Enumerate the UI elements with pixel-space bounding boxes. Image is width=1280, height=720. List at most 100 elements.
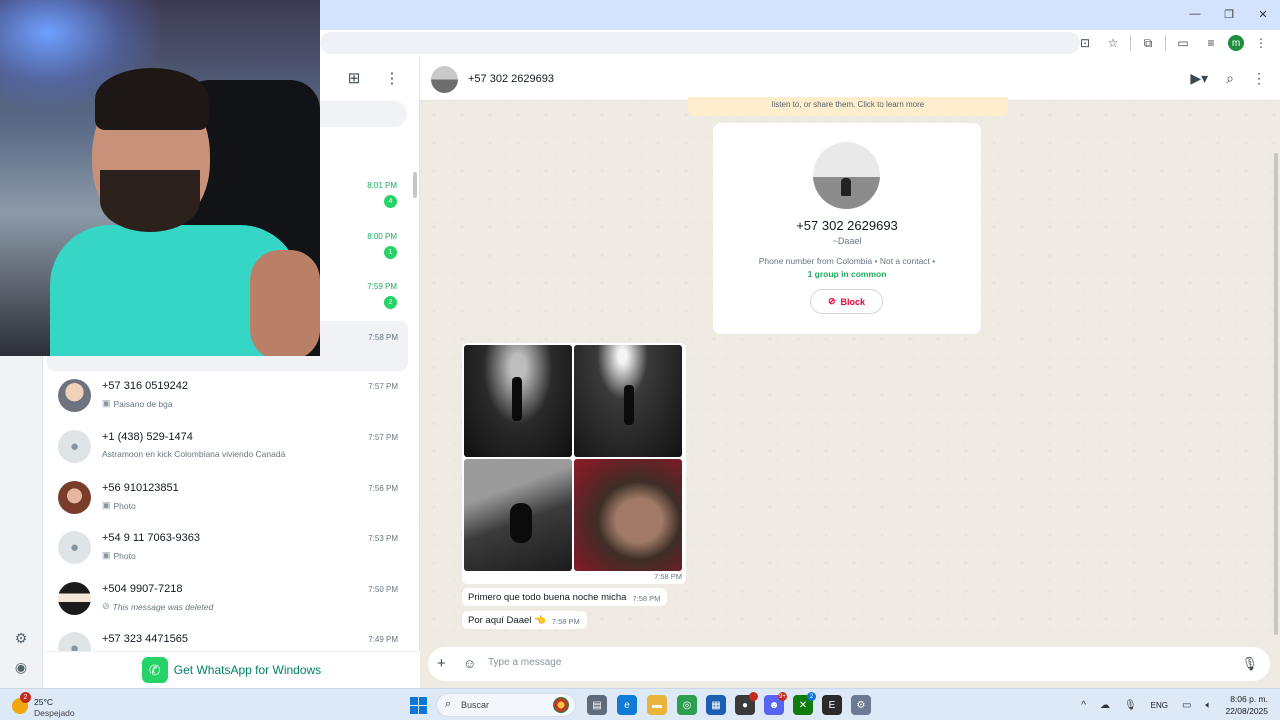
profile-photo-icon[interactable]: ◉ <box>12 658 30 676</box>
cast-icon[interactable]: ▭ <box>1172 32 1194 54</box>
message-bubble[interactable]: Primero que todo buena noche micha 7:58 … <box>462 588 668 606</box>
taskbar-search[interactable]: ⌕ Buscar <box>436 693 576 717</box>
chat-time: 7:53 PM <box>368 534 398 543</box>
close-icon[interactable]: ✕ <box>1246 0 1280 28</box>
chat-row[interactable]: +56 910123851 7:56 PM ▣ Photo <box>47 472 408 522</box>
photo-icon: ▣ <box>102 398 111 408</box>
chat-preview-text: Photo <box>113 550 136 561</box>
obs-studio-icon[interactable]: ● <box>735 692 758 715</box>
avatar <box>58 481 91 514</box>
get-app-banner[interactable]: ✆ Get WhatsApp for Windows <box>43 651 420 688</box>
conversation-scrollbar[interactable] <box>1274 153 1278 635</box>
menu-dots-icon[interactable]: ⋮ <box>1252 70 1266 87</box>
avatar: ● <box>58 430 91 463</box>
system-clock[interactable]: 8:06 p. m. 22/08/2025 <box>1225 693 1268 717</box>
profile-avatar[interactable]: m <box>1228 35 1244 51</box>
settings-gear-icon[interactable]: ⚙ <box>851 695 871 715</box>
file-explorer-icon[interactable]: ▬ <box>647 695 667 715</box>
discord-icon[interactable]: ☻ 9+ <box>764 692 787 715</box>
webcam-person-beard <box>100 170 200 232</box>
unread-badge: 1 <box>384 246 397 259</box>
install-app-icon[interactable]: ⊡ <box>1074 32 1096 54</box>
taskbar-search-label: Buscar <box>461 700 490 710</box>
chat-row[interactable]: +504 9907-7218 7:50 PM ⊘ This message was… <box>47 573 408 623</box>
contact-info-text: Phone number from Colombia • Not a conta… <box>758 256 936 266</box>
conversation-header[interactable]: +57 302 2629693 ▶︎▾ ⌕ ⋮ <box>420 57 1280 101</box>
epic-games-icon[interactable]: E <box>822 695 842 715</box>
address-bar[interactable] <box>320 32 1080 54</box>
weather-temperature: 25°C <box>34 697 53 707</box>
notification-badge: 2 <box>807 692 816 701</box>
contact-avatar[interactable] <box>431 66 458 93</box>
menu-dots-icon[interactable]: ⋮ <box>383 69 401 87</box>
start-button[interactable] <box>410 697 427 714</box>
unread-meta: 8:00 PM 1 <box>367 232 397 259</box>
weather-badge: 2 <box>20 692 31 703</box>
system-tray: ^ ☁ 🎙︎ ENG ▭ 🔈︎ 8:06 p. m. 22/08/2025 <box>1081 689 1280 720</box>
video-call-icon[interactable]: ▶︎▾ <box>1190 70 1208 87</box>
album-photo[interactable] <box>464 345 572 457</box>
window-controls: — ❐ ✕ <box>1178 0 1280 30</box>
task-view-icon[interactable]: ▤ <box>587 695 607 715</box>
chat-preview-text: Paisano de bga <box>113 398 173 409</box>
xbox-icon[interactable]: ✕ 2 <box>793 692 816 715</box>
minimize-icon[interactable]: — <box>1178 0 1212 28</box>
chat-row[interactable]: ● +54 9 11 7063-9363 7:53 PM ▣ Photo <box>47 522 408 572</box>
composer-box: + ☺ Type a message 🎙︎ <box>428 647 1270 681</box>
weather-widget[interactable]: 2 25°C Despejado <box>12 692 82 719</box>
contact-info-card: +57 302 2629693 ~Daael Phone number from… <box>713 123 981 334</box>
chat-preview: ▣ Photo <box>102 500 136 511</box>
reading-list-icon[interactable]: ≡ <box>1200 32 1222 54</box>
network-icon[interactable]: ▭ <box>1182 700 1191 711</box>
search-icon[interactable]: ⌕ <box>1226 70 1234 87</box>
unread-meta: 8:01 PM 4 <box>367 181 397 208</box>
album-photo[interactable] <box>574 345 682 457</box>
photo-album-message[interactable]: 7:58 PM <box>462 343 686 584</box>
chat-row[interactable]: ● +57 323 4471565 7:49 PM <box>47 623 408 651</box>
bookmark-star-icon[interactable]: ☆ <box>1102 32 1124 54</box>
chat-row[interactable]: +57 316 0519242 7:57 PM ▣ Paisano de bga <box>47 370 408 420</box>
toolbar-divider <box>1165 35 1166 51</box>
unread-badge: 2 <box>384 296 397 309</box>
volume-icon[interactable]: 🔈︎ <box>1205 700 1211 711</box>
microsoft-store-icon[interactable]: ▦ <box>706 695 726 715</box>
message-bubble[interactable]: Por aquí Daael 👈 7:58 PM <box>462 611 587 629</box>
message-input[interactable]: Type a message <box>488 657 561 668</box>
sticker-icon[interactable]: ☺ <box>463 656 476 671</box>
microphone-icon[interactable]: 🎙︎ <box>1124 700 1137 711</box>
chat-preview: ▣ Paisano de bga <box>102 398 173 409</box>
chat-time: 7:50 PM <box>368 585 398 594</box>
album-photo[interactable] <box>574 459 682 571</box>
chat-time: 7:57 PM <box>368 382 398 391</box>
chat-name: +57 323 4471565 <box>102 633 188 645</box>
unread-badge: 4 <box>384 195 397 208</box>
new-chat-icon[interactable]: ⊞ <box>345 69 363 87</box>
chevron-up-icon[interactable]: ^ <box>1081 700 1086 711</box>
language-indicator[interactable]: ENG <box>1151 701 1168 710</box>
chat-preview-text: Astramoon en kick Colombiana viviendo Ca… <box>102 449 286 459</box>
chat-time: 7:58 PM <box>368 333 398 342</box>
encryption-notice[interactable]: listen to, or share them. Click to learn… <box>688 97 1008 116</box>
chat-row[interactable]: ● +1 (438) 529-1474 7:57 PM Astramoon en… <box>47 421 408 471</box>
maximize-icon[interactable]: ❐ <box>1212 0 1246 28</box>
clock-date: 22/08/2025 <box>1225 706 1268 716</box>
webcam-person-arm <box>250 250 320 356</box>
chat-name: +57 316 0519242 <box>102 380 188 392</box>
microphone-icon[interactable]: 🎙︎ <box>1241 656 1258 672</box>
notification-badge: 9+ <box>778 692 787 701</box>
attach-plus-icon[interactable]: + <box>437 655 446 672</box>
extensions-icon[interactable]: ⧉ <box>1137 32 1159 54</box>
album-photo[interactable] <box>464 459 572 571</box>
chat-list-scrollbar[interactable] <box>413 172 417 198</box>
webcam-person-hair <box>95 68 209 130</box>
chat-time: 7:49 PM <box>368 635 398 644</box>
settings-gear-icon[interactable]: ⚙ <box>12 629 30 647</box>
edge-browser-icon[interactable]: e <box>617 695 637 715</box>
chrome-browser-icon[interactable]: ◎ <box>677 695 697 715</box>
browser-menu-icon[interactable]: ⋮ <box>1250 32 1272 54</box>
avatar <box>58 582 91 615</box>
contact-phone: +57 302 2629693 <box>796 218 898 233</box>
block-button[interactable]: ⊘ Block <box>810 289 883 314</box>
groups-in-common-link[interactable]: 1 group in common <box>713 269 981 279</box>
onedrive-icon[interactable]: ☁ <box>1100 700 1110 711</box>
